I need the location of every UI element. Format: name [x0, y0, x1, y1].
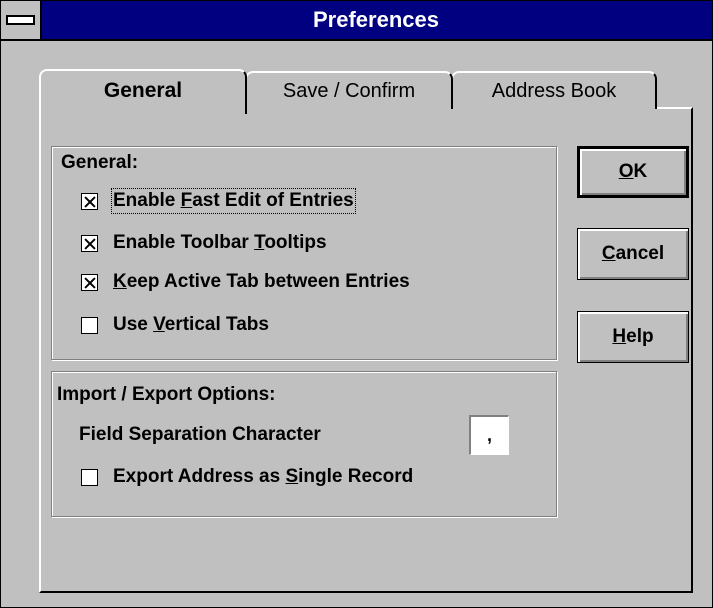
- keep-active-tab-label: Keep Active Tab between Entries: [113, 271, 410, 292]
- tab-address-book-label: Address Book: [491, 80, 617, 102]
- window-title: Preferences: [313, 7, 439, 32]
- use-vertical-tabs-label: Use Vertical Tabs: [113, 314, 269, 335]
- enable-toolbar-tooltips-label: Enable Toolbar Tooltips: [113, 232, 327, 253]
- import-export-group-label: Import / Export Options:: [57, 384, 276, 405]
- field-separation-label: Field Separation Character: [79, 424, 321, 445]
- keep-active-tab-checkbox[interactable]: [81, 273, 98, 291]
- export-single-record-checkbox[interactable]: [81, 468, 98, 486]
- help-button[interactable]: Help: [577, 311, 689, 363]
- enable-fast-edit-label: Enable Fast Edit of Entries: [111, 188, 356, 214]
- enable-toolbar-tooltips-option[interactable]: Enable Toolbar Tooltips: [81, 231, 327, 255]
- keep-active-tab-option[interactable]: Keep Active Tab between Entries: [81, 270, 410, 294]
- tab-address-book[interactable]: Address Book: [451, 71, 657, 109]
- use-vertical-tabs-option[interactable]: Use Vertical Tabs: [81, 313, 269, 337]
- field-separation-input[interactable]: [469, 415, 509, 455]
- enable-toolbar-tooltips-checkbox[interactable]: [81, 234, 98, 252]
- tab-general-label: General: [103, 79, 183, 102]
- enable-fast-edit-option[interactable]: Enable Fast Edit of Entries: [81, 188, 356, 214]
- use-vertical-tabs-checkbox[interactable]: [81, 316, 98, 334]
- export-single-record-option[interactable]: Export Address as Single Record: [81, 465, 413, 489]
- enable-fast-edit-checkbox[interactable]: [81, 192, 98, 210]
- cancel-button[interactable]: Cancel: [577, 228, 689, 280]
- tab-save-confirm-label: Save / Confirm: [282, 80, 416, 102]
- tab-save-confirm[interactable]: Save / Confirm: [245, 71, 453, 109]
- system-menu-icon: [6, 15, 35, 25]
- system-menu-button[interactable]: [1, 1, 42, 39]
- export-single-record-label: Export Address as Single Record: [113, 466, 414, 487]
- ok-button[interactable]: OK: [577, 146, 689, 198]
- tab-general[interactable]: General: [39, 69, 247, 114]
- preferences-dialog: Preferences General Save / Confirm Addre…: [0, 0, 713, 608]
- general-group-label: General:: [61, 152, 139, 173]
- title-bar: Preferences: [1, 1, 712, 41]
